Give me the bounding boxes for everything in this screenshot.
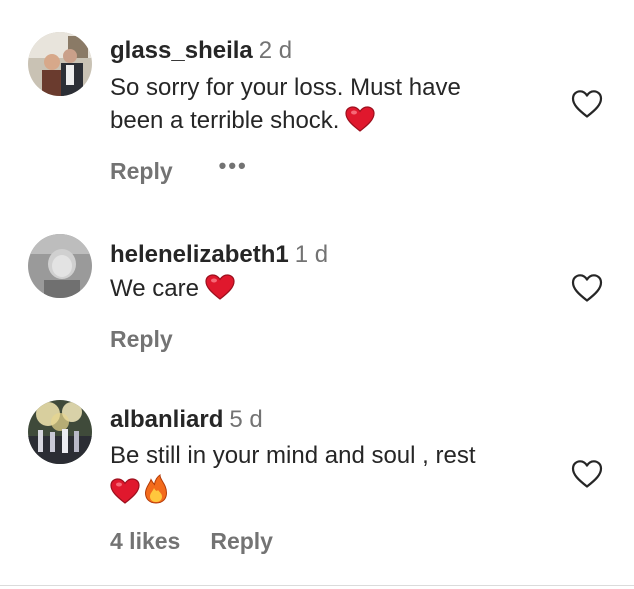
- comment-time: 2 d: [258, 37, 293, 64]
- comment-text-line: So sorry for your loss. Must have: [110, 74, 461, 101]
- red-heart-emoji: [345, 106, 376, 141]
- username-link[interactable]: albanliard: [110, 406, 223, 433]
- comment-text: We care: [110, 272, 564, 309]
- comment-emoji-line: [110, 474, 564, 513]
- more-dots-icon[interactable]: •••: [219, 153, 248, 179]
- divider: [0, 585, 634, 586]
- comment-time: 5 d: [229, 406, 263, 433]
- comment-header: helenelizabeth1 1 d: [110, 240, 564, 270]
- comment-text-line: We care: [110, 275, 199, 302]
- comment-text-line: been a terrible shock.: [110, 104, 564, 141]
- red-heart-emoji: [110, 478, 140, 513]
- reply-button[interactable]: Reply: [110, 158, 173, 185]
- comment-time: 1 d: [294, 241, 329, 268]
- comment-text-line: Be still in your mind and soul , rest: [110, 442, 476, 469]
- avatar[interactable]: [28, 32, 92, 96]
- username-link[interactable]: helenelizabeth1: [110, 241, 289, 268]
- reply-button[interactable]: Reply: [210, 528, 273, 555]
- like-heart-icon[interactable]: [570, 272, 604, 304]
- red-heart-emoji: [205, 274, 235, 309]
- comment-actions: Reply: [110, 326, 173, 353]
- likes-count[interactable]: 4 likes: [110, 528, 180, 555]
- like-heart-icon[interactable]: [570, 458, 604, 490]
- avatar[interactable]: [28, 400, 92, 464]
- comment-text: So sorry for your loss. Must have been a…: [110, 71, 564, 141]
- reply-button[interactable]: Reply: [110, 326, 173, 353]
- like-heart-icon[interactable]: [570, 88, 604, 120]
- comment-header: albanliard 5 d: [110, 405, 564, 435]
- comment-actions: Reply •••: [110, 153, 248, 185]
- username-link[interactable]: glass_sheila: [110, 37, 253, 64]
- comment-actions: 4 likes Reply: [110, 528, 273, 555]
- comment-header: glass_sheila 2 d: [110, 36, 564, 66]
- fire-emoji: [144, 474, 168, 513]
- comment-text: Be still in your mind and soul , rest: [110, 439, 564, 513]
- avatar[interactable]: [28, 234, 92, 298]
